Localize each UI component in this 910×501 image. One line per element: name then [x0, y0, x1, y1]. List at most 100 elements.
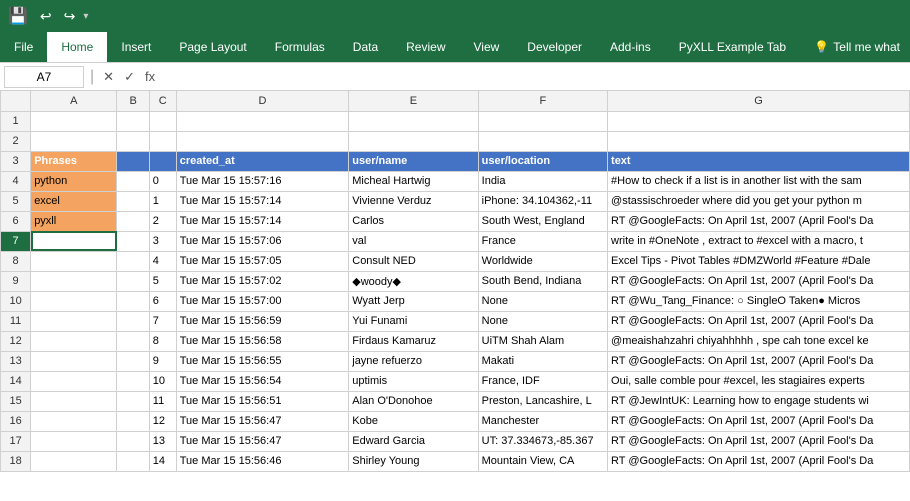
cell-c13[interactable]: 9 — [149, 351, 176, 371]
cell-d1[interactable] — [176, 111, 349, 131]
cell-a1[interactable] — [31, 111, 117, 131]
cell-a5[interactable]: excel — [31, 191, 117, 211]
fx-label[interactable]: fx — [142, 69, 158, 84]
cell-d6[interactable]: Tue Mar 15 15:57:14 — [176, 211, 349, 231]
tab-home[interactable]: Home — [47, 32, 107, 62]
cell-e10[interactable]: Wyatt Jerp — [349, 291, 478, 311]
cell-d17[interactable]: Tue Mar 15 15:56:47 — [176, 431, 349, 451]
cell-b15[interactable] — [117, 391, 149, 411]
cell-d5[interactable]: Tue Mar 15 15:57:14 — [176, 191, 349, 211]
cell-e18[interactable]: Shirley Young — [349, 451, 478, 471]
cell-c17[interactable]: 13 — [149, 431, 176, 451]
cell-b9[interactable] — [117, 271, 149, 291]
cell-g6[interactable]: RT @GoogleFacts: On April 1st, 2007 (Apr… — [608, 211, 910, 231]
cell-a15[interactable] — [31, 391, 117, 411]
cell-b6[interactable] — [117, 211, 149, 231]
cell-c18[interactable]: 14 — [149, 451, 176, 471]
cell-c3[interactable] — [149, 151, 176, 171]
cell-b13[interactable] — [117, 351, 149, 371]
cell-d15[interactable]: Tue Mar 15 15:56:51 — [176, 391, 349, 411]
cell-f3[interactable]: user/location — [478, 151, 607, 171]
cell-c1[interactable] — [149, 111, 176, 131]
cell-a10[interactable] — [31, 291, 117, 311]
col-header-e[interactable]: E — [349, 91, 478, 111]
tab-review[interactable]: Review — [392, 32, 459, 62]
cell-f17[interactable]: UT: 37.334673,-85.367 — [478, 431, 607, 451]
cell-c7[interactable]: 3 — [149, 231, 176, 251]
cell-f13[interactable]: Makati — [478, 351, 607, 371]
cell-b3[interactable] — [117, 151, 149, 171]
cell-a13[interactable] — [31, 351, 117, 371]
cell-a8[interactable] — [31, 251, 117, 271]
cell-c12[interactable]: 8 — [149, 331, 176, 351]
cell-a17[interactable] — [31, 431, 117, 451]
cell-g11[interactable]: RT @GoogleFacts: On April 1st, 2007 (Apr… — [608, 311, 910, 331]
cell-d8[interactable]: Tue Mar 15 15:57:05 — [176, 251, 349, 271]
cell-b8[interactable] — [117, 251, 149, 271]
cell-c5[interactable]: 1 — [149, 191, 176, 211]
cell-e6[interactable]: Carlos — [349, 211, 478, 231]
cell-a11[interactable] — [31, 311, 117, 331]
cell-e1[interactable] — [349, 111, 478, 131]
tab-file[interactable]: File — [0, 32, 47, 62]
cell-c16[interactable]: 12 — [149, 411, 176, 431]
cell-b4[interactable] — [117, 171, 149, 191]
cell-e3[interactable]: user/name — [349, 151, 478, 171]
cell-d18[interactable]: Tue Mar 15 15:56:46 — [176, 451, 349, 471]
cell-d10[interactable]: Tue Mar 15 15:57:00 — [176, 291, 349, 311]
col-header-f[interactable]: F — [478, 91, 607, 111]
cell-d13[interactable]: Tue Mar 15 15:56:55 — [176, 351, 349, 371]
cell-e5[interactable]: Vivienne Verduz — [349, 191, 478, 211]
col-header-g[interactable]: G — [608, 91, 910, 111]
cell-f2[interactable] — [478, 131, 607, 151]
cell-b18[interactable] — [117, 451, 149, 471]
col-header-b[interactable]: B — [117, 91, 149, 111]
cell-e15[interactable]: Alan O'Donohoe — [349, 391, 478, 411]
cell-b1[interactable] — [117, 111, 149, 131]
tab-pyxll-example-tab[interactable]: PyXLL Example Tab — [665, 32, 800, 62]
cell-d9[interactable]: Tue Mar 15 15:57:02 — [176, 271, 349, 291]
cell-e9[interactable]: ◆woody◆ — [349, 271, 478, 291]
cell-f9[interactable]: South Bend, Indiana — [478, 271, 607, 291]
tell-me-area[interactable]: 💡 Tell me what — [804, 32, 910, 62]
cell-b17[interactable] — [117, 431, 149, 451]
cell-g8[interactable]: Excel Tips - Pivot Tables #DMZWorld #Fea… — [608, 251, 910, 271]
cell-a18[interactable] — [31, 451, 117, 471]
cell-e4[interactable]: Micheal Hartwig — [349, 171, 478, 191]
cell-g1[interactable] — [608, 111, 910, 131]
tab-data[interactable]: Data — [339, 32, 392, 62]
tab-formulas[interactable]: Formulas — [261, 32, 339, 62]
cell-g13[interactable]: RT @GoogleFacts: On April 1st, 2007 (Apr… — [608, 351, 910, 371]
cell-g10[interactable]: RT @Wu_Tang_Finance: ○ SingleO Taken● Mi… — [608, 291, 910, 311]
cell-c4[interactable]: 0 — [149, 171, 176, 191]
cell-a2[interactable] — [31, 131, 117, 151]
undo-icon[interactable]: ↩ — [36, 6, 56, 27]
cell-d14[interactable]: Tue Mar 15 15:56:54 — [176, 371, 349, 391]
cell-g2[interactable] — [608, 131, 910, 151]
col-header-d[interactable]: D — [176, 91, 349, 111]
formula-input[interactable] — [162, 68, 906, 86]
cancel-icon[interactable]: ✕ — [100, 69, 117, 85]
cell-a9[interactable] — [31, 271, 117, 291]
tab-page-layout[interactable]: Page Layout — [165, 32, 260, 62]
cell-f4[interactable]: India — [478, 171, 607, 191]
cell-b11[interactable] — [117, 311, 149, 331]
cell-c14[interactable]: 10 — [149, 371, 176, 391]
cell-c9[interactable]: 5 — [149, 271, 176, 291]
cell-f5[interactable]: iPhone: 34.104362,-11 — [478, 191, 607, 211]
cell-f1[interactable] — [478, 111, 607, 131]
customize-icon[interactable]: ▾ — [83, 11, 88, 22]
cell-e8[interactable]: Consult NED — [349, 251, 478, 271]
cell-f11[interactable]: None — [478, 311, 607, 331]
col-header-c[interactable]: C — [149, 91, 176, 111]
cell-f7[interactable]: France — [478, 231, 607, 251]
cell-g17[interactable]: RT @GoogleFacts: On April 1st, 2007 (Apr… — [608, 431, 910, 451]
cell-g5[interactable]: @stassischroeder where did you get your … — [608, 191, 910, 211]
cell-g3[interactable]: text — [608, 151, 910, 171]
cell-d16[interactable]: Tue Mar 15 15:56:47 — [176, 411, 349, 431]
cell-f16[interactable]: Manchester — [478, 411, 607, 431]
cell-a3[interactable]: Phrases — [31, 151, 117, 171]
cell-a14[interactable] — [31, 371, 117, 391]
cell-a12[interactable] — [31, 331, 117, 351]
cell-g4[interactable]: #How to check if a list is in another li… — [608, 171, 910, 191]
